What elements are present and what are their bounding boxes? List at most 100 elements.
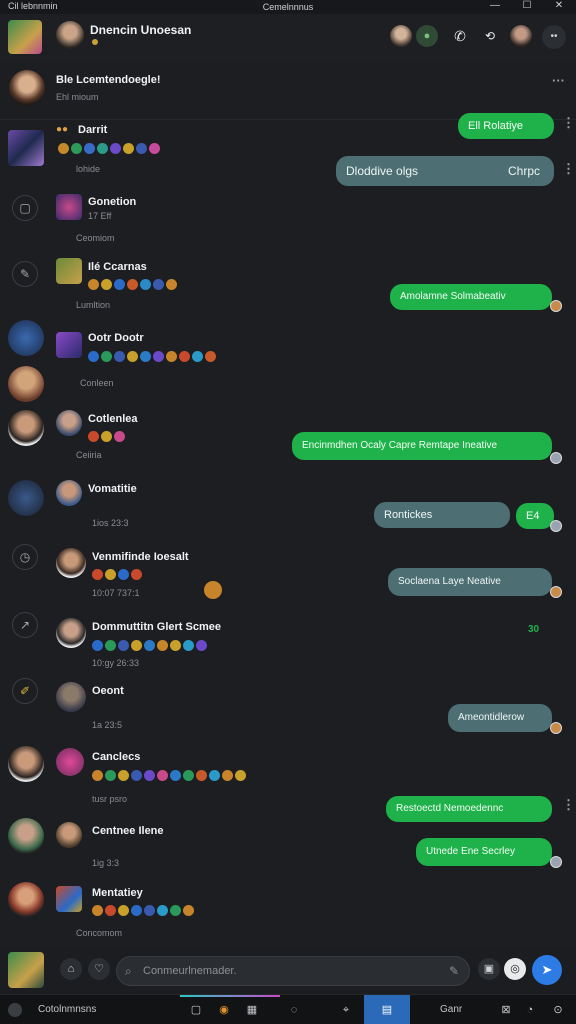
close-button[interactable]: ✕ (548, 0, 570, 11)
emoji-icon (157, 905, 168, 917)
send-button[interactable]: ➤ (532, 955, 562, 985)
list-item[interactable]: Canclecs tusr psro Restoectd Nemoedennc … (0, 744, 576, 822)
list-item[interactable]: Venmifinde Ioesalt 10:07 737:1 Soclaena … (0, 544, 576, 610)
taskbar-focused-app-icon[interactable]: ▤ (364, 995, 410, 1024)
list-item[interactable]: Ootr Dootr Conleen (0, 318, 576, 404)
avatar (56, 194, 82, 220)
emoji-icon (183, 905, 194, 917)
profile-icon[interactable] (510, 25, 532, 47)
emoji-icon (131, 770, 142, 782)
avatar (56, 886, 82, 912)
contact-avatar[interactable] (56, 21, 84, 49)
message-bubble[interactable]: Rontickes (374, 502, 510, 528)
message-more-icon[interactable]: ⋮ (562, 162, 575, 175)
reaction-row (92, 566, 144, 584)
list-item[interactable]: Cotlenlea Ceiiria Encinmdhen Ocaly Capre… (0, 404, 576, 470)
composer-avatar[interactable] (8, 952, 44, 988)
video-call-icon[interactable]: ● (416, 25, 438, 47)
maximize-button[interactable]: ☐ (516, 0, 538, 11)
app-avatar[interactable] (8, 20, 42, 54)
message-bubble-small[interactable]: E4 (516, 503, 554, 529)
taskbar-start-icon[interactable] (8, 1003, 22, 1017)
message-input[interactable]: ⌕ Conmeurlnemader. ✎ (116, 956, 470, 986)
list-item[interactable]: Gonetion 17 Eff Ceomiom (0, 190, 576, 254)
message-status: 10:gy 26:33 (92, 658, 140, 668)
taskbar: Cotolnmnsns ▢ ◉ ▦ ◌ ⌖ ▤ Ganr ⊠ ◔ ⊙ (0, 994, 576, 1024)
message-bubble[interactable]: Soclaena Laye Neative (388, 568, 552, 596)
message-bubble[interactable]: Ell Rolatiye (458, 113, 554, 139)
camera-switch-icon[interactable]: ⟲ (480, 25, 500, 47)
list-item[interactable]: Mentatiey Concomom (0, 880, 576, 944)
message-status: Conleen (80, 378, 114, 388)
avatar (56, 332, 82, 358)
list-item[interactable]: Centnee Ilene 1ig 3:3 Utnede Ene Secrley (0, 816, 576, 876)
emoji-icon (92, 905, 103, 917)
read-receipt-icon (550, 722, 562, 734)
emoji-picker-icon[interactable]: ♡ (88, 958, 110, 980)
emoji-icon (157, 770, 168, 782)
read-receipt-icon (550, 586, 562, 598)
taskbar-app-label[interactable]: Cotolnmnsns (38, 1004, 96, 1015)
list-item[interactable]: Vomatitie 1ios 23:3 Rontickes E4 (0, 476, 576, 540)
phone-icon[interactable]: ✆ (450, 25, 470, 47)
participant-avatar[interactable] (390, 25, 412, 47)
taskbar-window-icon[interactable]: ▢ (184, 995, 208, 1024)
window-titlebar: Cil lebnnmin Cemelnnnus — ☐ ✕ (0, 0, 576, 14)
gallery-icon[interactable]: ▣ (478, 958, 500, 980)
pinned-row[interactable]: Ble Lcemtendoegle! Ehl mioum ··· (0, 62, 576, 120)
emoji-icon (105, 640, 116, 652)
message-bubble[interactable]: Utnede Ene Secrley (416, 838, 552, 866)
emoji-icon (144, 905, 155, 917)
taskbar-notification-icon[interactable]: ◔ (518, 995, 542, 1024)
emoji-icon (114, 279, 125, 291)
taskbar-network-icon[interactable]: ⊙ (546, 995, 570, 1024)
attach-icon[interactable]: ⌂ (60, 958, 82, 980)
badge-icon: ●● (56, 124, 69, 135)
pen-icon[interactable]: ✎ (449, 957, 459, 985)
reaction-row (92, 902, 196, 920)
camera-icon[interactable]: ◎ (504, 958, 526, 980)
reaction-row (88, 348, 218, 366)
message-bubble[interactable]: Ameontidlerow (448, 704, 552, 732)
emoji-icon (166, 351, 177, 363)
emoji-icon (101, 431, 112, 443)
message-sender: Ootr Dootr (88, 332, 144, 344)
emoji-icon (110, 143, 121, 155)
chat-header: Dnencin Unoesan ● ✆ ⟲ •• (0, 14, 576, 62)
taskbar-grid-icon[interactable]: ▦ (240, 995, 264, 1024)
message-bubble[interactable]: Encinmdhen Ocaly Capre Remtape Ineative (292, 432, 552, 460)
taskbar-tray-icon[interactable]: ⊠ (494, 995, 518, 1024)
list-item[interactable]: Oeont 1a 23:5 Ameontidlerow (0, 680, 576, 740)
more-icon[interactable]: •• (542, 25, 566, 49)
message-sender: Oeont (92, 685, 124, 697)
bubble-text: Rontickes (384, 509, 433, 521)
avatar (56, 682, 86, 712)
emoji-icon (131, 569, 142, 581)
avatar (56, 258, 82, 284)
message-sender: Vomatitie (88, 483, 137, 495)
message-bubble[interactable]: Dloddive olgs Chrpc (336, 156, 554, 186)
list-item[interactable]: Dommuttitn Glert Scmee 10:gy 26:33 30 (0, 612, 576, 676)
taskbar-app-icon[interactable]: ◉ (212, 995, 236, 1024)
emoji-icon (170, 905, 181, 917)
taskbar-chat-icon[interactable]: ◌ (282, 995, 306, 1024)
read-receipt-icon (550, 452, 562, 464)
emoji-icon (127, 351, 138, 363)
emoji-icon (105, 569, 116, 581)
list-item[interactable]: Ilé Ccarnas Lumltion Amolamne Solmabeati… (0, 254, 576, 318)
contact-name[interactable]: Dnencin Unoesan (90, 23, 191, 37)
emoji-icon (170, 640, 181, 652)
message-bubble[interactable]: Amolamne Solmabeativ (390, 284, 552, 310)
avatar (8, 410, 44, 446)
pinned-more-icon[interactable]: ··· (552, 74, 565, 87)
emoji-icon (131, 640, 142, 652)
emoji-icon (196, 640, 207, 652)
message-more-icon[interactable]: ⋮ (562, 798, 575, 811)
emoji-icon (149, 143, 160, 155)
emoji-icon (192, 351, 203, 363)
minimize-button[interactable]: — (484, 0, 506, 11)
message-more-icon[interactable]: ⋮ (562, 116, 575, 129)
message-sender: Mentatiey (92, 887, 143, 899)
avatar (8, 818, 44, 854)
taskbar-tool-icon[interactable]: ⌖ (334, 995, 358, 1024)
